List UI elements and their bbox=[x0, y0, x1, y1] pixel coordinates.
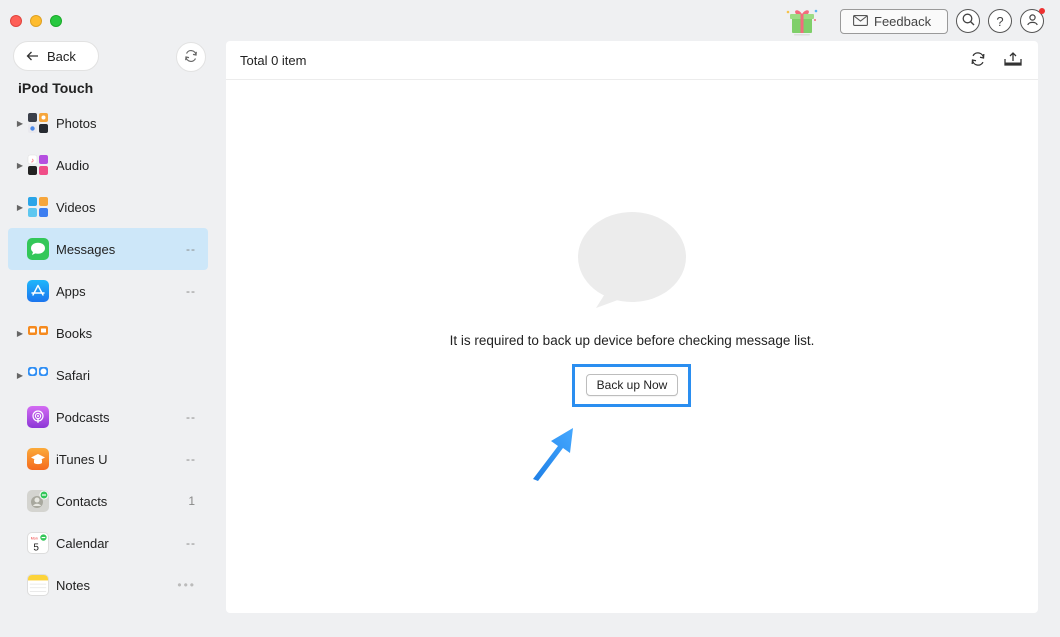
loading-dots-icon: ••• bbox=[177, 578, 196, 592]
svg-text:Mon: Mon bbox=[31, 536, 38, 540]
refresh-icon bbox=[184, 49, 198, 66]
export-to-pc-icon bbox=[1004, 52, 1022, 66]
sidebar-item-videos[interactable]: ▶ Videos bbox=[8, 186, 208, 228]
refresh-icon bbox=[971, 52, 985, 66]
message-bubble-icon bbox=[578, 211, 688, 312]
videos-icon bbox=[27, 196, 49, 218]
expand-arrow-icon[interactable]: ▶ bbox=[13, 161, 27, 170]
device-name: iPod Touch bbox=[18, 80, 94, 96]
sidebar-item-label: Calendar bbox=[56, 535, 109, 551]
export-button[interactable] bbox=[1004, 51, 1022, 70]
sidebar-item-count: -- bbox=[186, 452, 196, 466]
sidebar-item-label: iTunes U bbox=[56, 451, 108, 467]
expand-arrow-icon[interactable]: ▶ bbox=[13, 371, 27, 380]
account-button[interactable] bbox=[1020, 8, 1045, 33]
search-button[interactable] bbox=[956, 9, 980, 33]
sidebar-item-label: Audio bbox=[56, 157, 90, 173]
sidebar-item-label: Videos bbox=[56, 199, 96, 215]
photos-icon bbox=[27, 112, 49, 134]
sidebar-item-label: Messages bbox=[56, 241, 116, 257]
calendar-icon: Mon 5 bbox=[27, 532, 49, 554]
header-tools bbox=[970, 51, 1022, 70]
sidebar-item-label: Apps bbox=[56, 283, 86, 299]
pointer-arrow-icon bbox=[530, 426, 576, 485]
help-button[interactable]: ? bbox=[988, 9, 1012, 33]
sidebar-item-safari[interactable]: ▶ Safari bbox=[8, 354, 208, 396]
back-button[interactable]: Back bbox=[13, 41, 99, 71]
refresh-list-button[interactable] bbox=[970, 51, 986, 70]
sidebar-item-apps[interactable]: ▶ Apps -- bbox=[8, 270, 208, 312]
refresh-device-button[interactable] bbox=[176, 42, 206, 72]
window-controls bbox=[10, 15, 62, 27]
sidebar-item-label: Safari bbox=[56, 367, 90, 383]
expand-arrow-icon[interactable]: ▶ bbox=[13, 119, 27, 128]
content-header: Total 0 item bbox=[226, 41, 1038, 80]
feedback-label: Feedback bbox=[874, 13, 932, 29]
sidebar-item-label: Contacts bbox=[56, 493, 108, 509]
sidebar-item-notes[interactable]: ▶ Notes ••• bbox=[8, 564, 208, 606]
feedback-button[interactable]: Feedback bbox=[840, 8, 948, 34]
notes-icon bbox=[27, 574, 49, 596]
contacts-icon bbox=[27, 490, 49, 512]
sidebar-item-photos[interactable]: ▶ Photos bbox=[8, 102, 208, 144]
content-panel: Total 0 item It is required to back up d… bbox=[226, 41, 1038, 613]
audio-icon: ♪ bbox=[27, 154, 49, 176]
user-icon bbox=[1026, 13, 1039, 29]
safari-icon bbox=[27, 364, 49, 386]
help-icon: ? bbox=[996, 13, 1004, 29]
search-icon bbox=[962, 13, 975, 29]
top-toolbar: Feedback ? bbox=[784, 6, 1045, 36]
sidebar-category-list: ▶ Photos ▶ ♪ Audio ▶ Videos ▶ Messages -… bbox=[8, 102, 208, 606]
sidebar-item-podcasts[interactable]: ▶ Podcasts -- bbox=[8, 396, 208, 438]
total-items-label: Total 0 item bbox=[240, 52, 307, 68]
sidebar-item-audio[interactable]: ▶ ♪ Audio bbox=[8, 144, 208, 186]
close-window-button[interactable] bbox=[10, 15, 22, 27]
svg-text:5: 5 bbox=[33, 542, 39, 553]
sidebar-item-count: -- bbox=[186, 536, 196, 550]
sidebar-item-count: -- bbox=[186, 242, 196, 256]
maximize-window-button[interactable] bbox=[50, 15, 62, 27]
sidebar-item-books[interactable]: ▶ Books bbox=[8, 312, 208, 354]
back-up-now-button[interactable]: Back up Now bbox=[586, 374, 678, 396]
expand-arrow-icon[interactable]: ▶ bbox=[13, 203, 27, 212]
arrow-left-icon bbox=[26, 49, 39, 64]
apps-icon bbox=[27, 280, 49, 302]
sidebar-item-messages[interactable]: ▶ Messages -- bbox=[8, 228, 208, 270]
backup-required-message: It is required to back up device before … bbox=[449, 333, 815, 348]
gift-icon[interactable] bbox=[784, 6, 820, 36]
minimize-window-button[interactable] bbox=[30, 15, 42, 27]
sidebar-item-label: Photos bbox=[56, 115, 97, 131]
sidebar-item-contacts[interactable]: ▶ Contacts 1 bbox=[8, 480, 208, 522]
podcasts-icon bbox=[27, 406, 49, 428]
sidebar-item-itunes-u[interactable]: ▶ iTunes U -- bbox=[8, 438, 208, 480]
back-label: Back bbox=[47, 48, 76, 64]
itunes-u-icon bbox=[27, 448, 49, 470]
sidebar-item-label: Podcasts bbox=[56, 409, 110, 425]
mail-icon bbox=[853, 14, 868, 29]
books-icon bbox=[27, 322, 49, 344]
notification-dot bbox=[1039, 8, 1045, 14]
sidebar-item-calendar[interactable]: ▶ Mon5 Calendar -- bbox=[8, 522, 208, 564]
expand-arrow-icon[interactable]: ▶ bbox=[13, 329, 27, 338]
sidebar-item-count: 1 bbox=[188, 494, 196, 508]
sidebar-item-count: -- bbox=[186, 284, 196, 298]
sidebar-item-label: Books bbox=[56, 325, 93, 341]
svg-text:♪: ♪ bbox=[31, 158, 35, 165]
sidebar-item-count: -- bbox=[186, 410, 196, 424]
messages-icon bbox=[27, 238, 49, 260]
sidebar-item-label: Notes bbox=[56, 577, 90, 593]
